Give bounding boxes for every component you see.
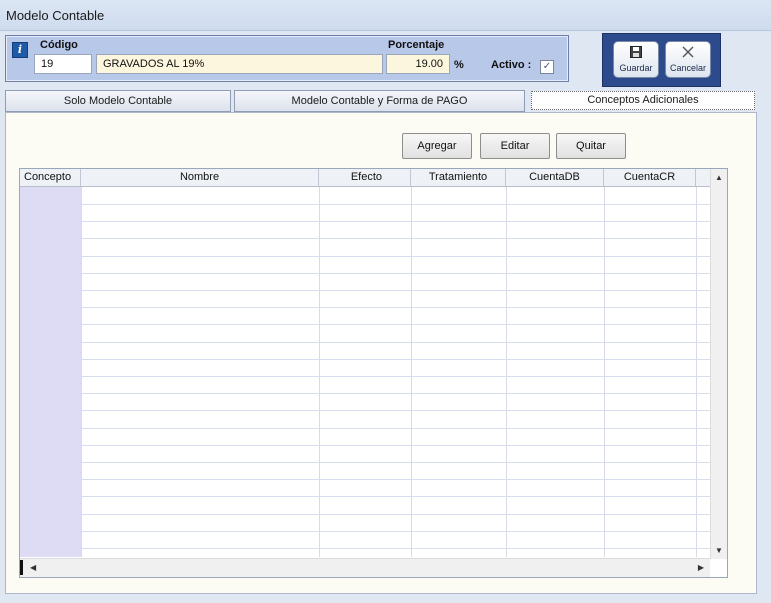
grid-row-line [81, 238, 710, 239]
grid-row-line [81, 410, 710, 411]
guardar-label: Guardar [619, 63, 653, 73]
activo-label: Activo : [491, 59, 532, 71]
nombre-field[interactable]: GRAVADOS AL 19% [96, 54, 383, 74]
grid-row-line [81, 273, 710, 274]
editar-button[interactable]: Editar [480, 133, 550, 159]
column-header-efecto[interactable]: Efecto [319, 169, 411, 186]
grid-row-line [81, 462, 710, 463]
grid-header: Concepto Nombre Efecto Tratamiento Cuent… [20, 169, 710, 187]
quitar-button[interactable]: Quitar [556, 133, 626, 159]
grid-row-line [81, 393, 710, 394]
save-icon [614, 46, 658, 60]
cancelar-button[interactable]: Cancelar [665, 41, 711, 78]
grid-row-line [81, 342, 710, 343]
grid-body [20, 187, 710, 557]
grid-row-line [81, 531, 710, 532]
concepto-column-fill [20, 187, 81, 557]
porcentaje-field[interactable]: 19.00 [386, 54, 450, 74]
grid-row-line [81, 324, 710, 325]
scroll-up-icon[interactable]: ▲ [711, 173, 727, 182]
tab-modelo-contable-forma-pago[interactable]: Modelo Contable y Forma de PAGO [234, 90, 525, 112]
action-buttons-panel: Guardar Cancelar [602, 33, 721, 87]
grid-column-divider [604, 187, 605, 557]
activo-checkbox[interactable]: ✓ [540, 60, 554, 74]
tab-solo-modelo-contable[interactable]: Solo Modelo Contable [5, 90, 231, 112]
window-title: Modelo Contable [6, 8, 105, 23]
grid-row-line [81, 290, 710, 291]
grid-row-line [81, 514, 710, 515]
row-indicator [20, 560, 23, 575]
porcentaje-label: Porcentaje [388, 39, 445, 51]
grid-column-divider [506, 187, 507, 557]
guardar-button[interactable]: Guardar [613, 41, 659, 78]
horizontal-scrollbar[interactable]: ◀ ▶ [20, 558, 710, 577]
column-header-concepto[interactable]: Concepto [20, 169, 81, 186]
column-header-nombre[interactable]: Nombre [81, 169, 319, 186]
grid-row-line [81, 496, 710, 497]
vertical-scrollbar[interactable]: ▲ ▼ [710, 169, 727, 559]
header-panel: i Código 19 GRAVADOS AL 19% Porcentaje 1… [5, 35, 569, 82]
tab-conceptos-adicionales[interactable]: Conceptos Adicionales [531, 91, 755, 110]
grid-row-line [81, 376, 710, 377]
grid-row-line [81, 428, 710, 429]
grid-row-line [81, 204, 710, 205]
scroll-right-icon[interactable]: ▶ [698, 563, 704, 572]
codigo-label: Código [40, 39, 78, 51]
cancelar-label: Cancelar [669, 63, 707, 73]
column-header-cuentacr[interactable]: CuentaCR [604, 169, 696, 186]
grid-column-divider [696, 187, 697, 557]
grid-column-divider [411, 187, 412, 557]
grid-row-line [81, 445, 710, 446]
conceptos-grid[interactable]: Concepto Nombre Efecto Tratamiento Cuent… [19, 168, 728, 578]
conceptos-panel: Agregar Editar Quitar Concepto Nombre Ef… [5, 112, 757, 594]
grid-row-line [81, 479, 710, 480]
agregar-button[interactable]: Agregar [402, 133, 472, 159]
grid-row-line [81, 548, 710, 549]
grid-column-divider [319, 187, 320, 557]
grid-row-line [81, 307, 710, 308]
close-icon [666, 46, 710, 60]
grid-row-line [81, 221, 710, 222]
percent-symbol: % [454, 59, 464, 71]
column-header-cuentadb[interactable]: CuentaDB [506, 169, 604, 186]
codigo-field[interactable]: 19 [34, 54, 92, 74]
grid-column-divider [81, 187, 82, 557]
window-titlebar: Modelo Contable [0, 0, 771, 31]
grid-row-line [81, 359, 710, 360]
info-icon[interactable]: i [12, 42, 28, 58]
column-header-tratamiento[interactable]: Tratamiento [411, 169, 506, 186]
scroll-left-icon[interactable]: ◀ [30, 563, 36, 572]
scroll-down-icon[interactable]: ▼ [711, 546, 727, 555]
grid-row-line [81, 256, 710, 257]
